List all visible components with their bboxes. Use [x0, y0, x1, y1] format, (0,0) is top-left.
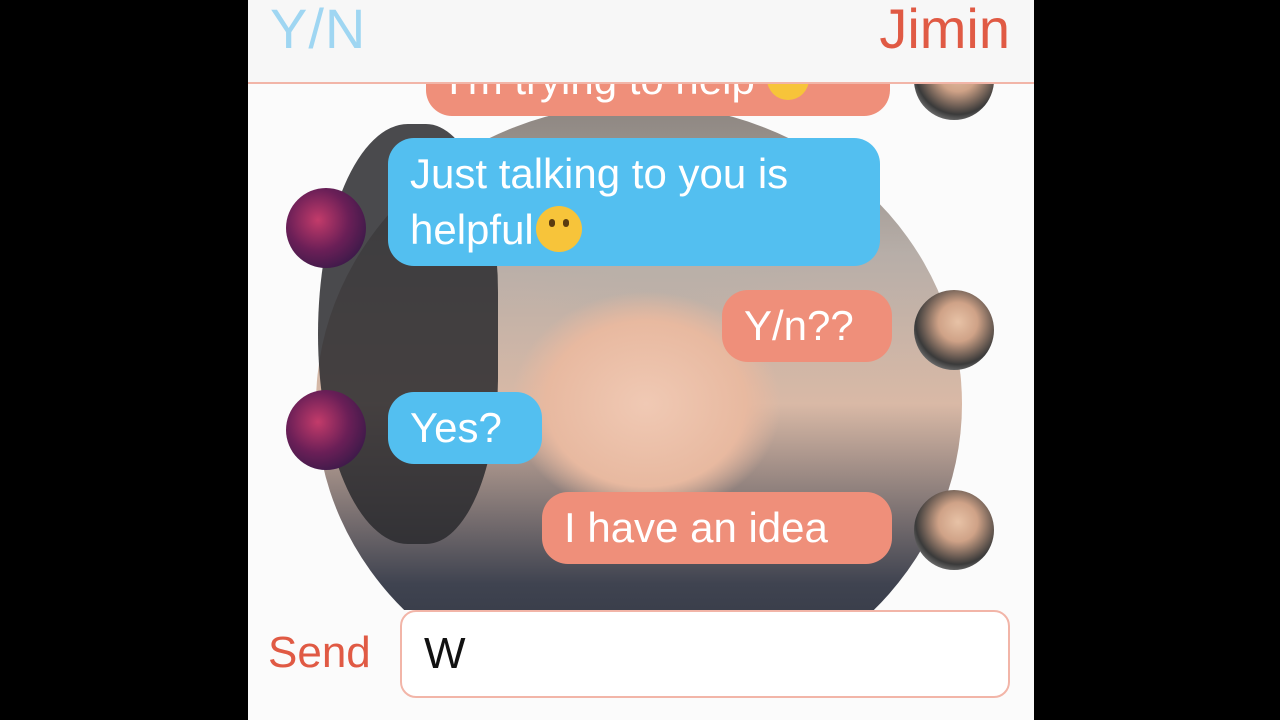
upside-down-face-icon: [535, 206, 582, 252]
message-text: I have an idea: [564, 504, 828, 551]
message-bubble-jimin: Y/n??: [722, 290, 892, 362]
message-text: Yes?: [410, 404, 502, 451]
message-list[interactable]: I'm trying to help Just talking to you i…: [248, 84, 1034, 610]
message-text-continued: helpful: [410, 206, 534, 253]
avatar-jimin[interactable]: [914, 290, 994, 370]
message-text: I'm trying to help: [448, 84, 755, 103]
avatar-jimin[interactable]: [914, 84, 994, 120]
avatar-jimin[interactable]: [914, 490, 994, 570]
frowning-face-icon: [766, 84, 809, 100]
message-text: Y/n??: [744, 302, 854, 349]
contact-name-left[interactable]: Y/N: [270, 0, 366, 61]
contact-name-right[interactable]: Jimin: [879, 0, 1010, 61]
message-composer: Send: [248, 610, 1034, 720]
avatar-yn[interactable]: [286, 188, 366, 268]
message-bubble-yn: Yes?: [388, 392, 542, 464]
message-text: Just talking to you is: [410, 150, 789, 197]
send-button[interactable]: Send: [268, 628, 371, 678]
message-input[interactable]: [400, 610, 1010, 698]
chat-screen: Y/N Jimin I'm trying to help Just talkin…: [248, 0, 1034, 720]
message-bubble-jimin: I have an idea: [542, 492, 892, 564]
avatar-yn[interactable]: [286, 390, 366, 470]
chat-header: Y/N Jimin: [248, 0, 1034, 84]
message-bubble-jimin: I'm trying to help: [426, 84, 890, 116]
message-bubble-yn: Just talking to you is helpful: [388, 138, 880, 266]
